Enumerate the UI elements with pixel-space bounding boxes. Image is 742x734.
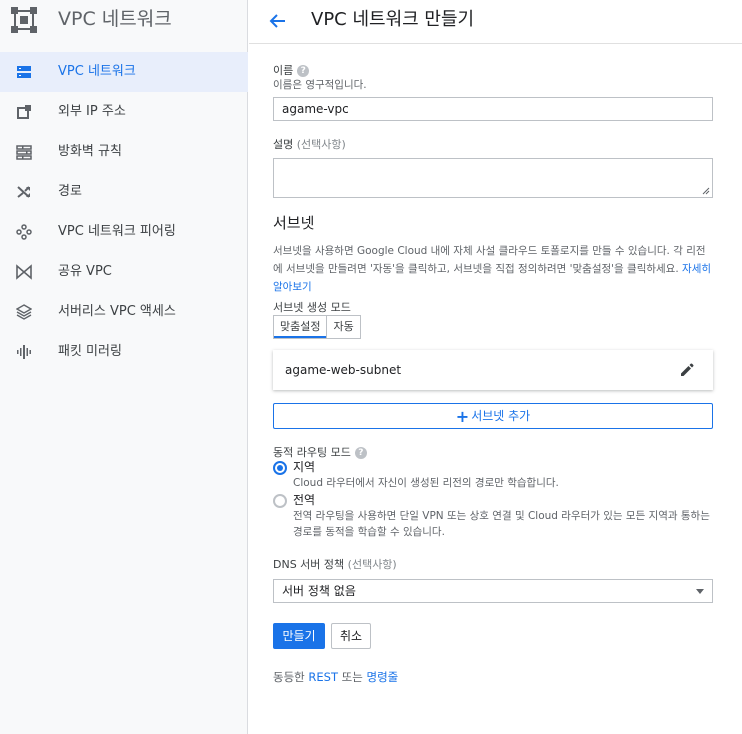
dns-label: DNS 서버 정책: [273, 558, 345, 571]
subnet-section-title: 서브넷: [273, 214, 315, 232]
sidebar-item-label: VPC 네트워크: [58, 64, 136, 79]
subnet-name: agame-web-subnet: [285, 363, 402, 377]
dropdown-caret-icon: [696, 589, 704, 594]
external-ip-icon: [17, 105, 31, 119]
footer-or: 또는: [341, 670, 363, 684]
subnet-description: 서브넷을 사용하면 Google Cloud 내에 자체 사설 클라우드 토폴로…: [273, 242, 713, 296]
page-title: VPC 네트워크 만들기: [311, 9, 475, 30]
subnet-mode-label: 서브넷 생성 모드: [273, 301, 351, 314]
rest-link[interactable]: REST: [308, 670, 338, 684]
sidebar-item-routes[interactable]: 경로: [0, 172, 248, 212]
create-button[interactable]: 만들기: [273, 623, 325, 649]
name-input[interactable]: agame-vpc: [273, 97, 713, 121]
desc-label-row: 설명 (선택사항): [273, 138, 346, 152]
name-label-row: 이름?: [273, 64, 310, 78]
sidebar-item-label: 패킷 미러링: [58, 344, 122, 359]
sidebar-item-shared-vpc[interactable]: 공유 VPC: [0, 252, 248, 292]
desc-optional: (선택사항): [296, 138, 346, 151]
footer-prefix: 동등한: [273, 670, 305, 684]
page-header: VPC 네트워크 만들기: [249, 0, 742, 44]
help-icon[interactable]: ?: [297, 65, 310, 77]
vpc-logo-icon: [11, 7, 37, 33]
equivalent-footer: 동등한 REST 또는 명령줄: [273, 669, 398, 685]
sidebar-item-label: 방화벽 규칙: [58, 144, 122, 159]
sidebar-item-label: 경로: [58, 184, 82, 199]
shared-vpc-icon: [16, 264, 32, 280]
name-hint: 이름은 영구적입니다.: [273, 79, 367, 91]
firewall-icon: [16, 145, 32, 160]
back-arrow-icon[interactable]: [267, 10, 289, 32]
sidebar-item-label: 공유 VPC: [58, 264, 112, 279]
dns-label-row: DNS 서버 정책 (선택사항): [273, 558, 397, 572]
sidebar-item-serverless-vpc[interactable]: 서버리스 VPC 액세스: [0, 292, 248, 332]
sidebar-item-label: VPC 네트워크 피어링: [58, 224, 176, 239]
dns-policy-value: 서버 정책 없음: [282, 584, 356, 598]
sidebar: VPC 네트워크 VPC 네트워크 외부 IP 주소 방화벽 규칙 경로 VPC…: [0, 0, 248, 734]
sidebar-nav: VPC 네트워크 외부 IP 주소 방화벽 규칙 경로 VPC 네트워크 피어링…: [0, 52, 248, 372]
dns-optional: (선택사항): [347, 558, 397, 571]
vpc-network-icon: [17, 66, 31, 78]
add-subnet-label: 서브넷 추가: [471, 409, 531, 423]
sidebar-item-firewall[interactable]: 방화벽 규칙: [0, 132, 248, 172]
plus-icon: +: [455, 406, 470, 426]
subnet-mode-custom-button[interactable]: 맞춤설정: [274, 316, 327, 338]
sidebar-item-vpc-network[interactable]: VPC 네트워크: [0, 52, 248, 92]
packet-mirroring-icon: [17, 345, 31, 359]
serverless-icon: [16, 304, 32, 320]
sidebar-item-label: 외부 IP 주소: [58, 104, 126, 119]
sidebar-item-label: 서버리스 VPC 액세스: [58, 304, 176, 319]
edit-pencil-icon[interactable]: [679, 362, 695, 378]
sidebar-item-packet-mirroring[interactable]: 패킷 미러링: [0, 332, 248, 372]
routing-label-row: 동적 라우팅 모드?: [273, 446, 367, 460]
routing-global-title: 전역: [293, 493, 316, 507]
add-subnet-button[interactable]: + 서브넷 추가: [273, 403, 713, 429]
cancel-button[interactable]: 취소: [331, 623, 371, 649]
subnet-mode-auto-button[interactable]: 자동: [326, 316, 360, 338]
subnet-card[interactable]: agame-web-subnet: [273, 350, 713, 390]
sidebar-title: VPC 네트워크: [58, 8, 172, 30]
routing-global-radio[interactable]: [273, 494, 287, 508]
command-line-link[interactable]: 명령줄: [366, 670, 398, 684]
subnet-desc-text: 서브넷을 사용하면 Google Cloud 내에 자체 사설 클라우드 토폴로…: [273, 245, 706, 275]
main-content: VPC 네트워크 만들기 이름? 이름은 영구적입니다. agame-vpc 설…: [249, 0, 742, 734]
routing-regional-desc: Cloud 라우터에서 자신이 생성된 리전의 경로만 학습합니다.: [293, 477, 559, 489]
routing-regional-radio[interactable]: [273, 461, 287, 475]
resize-handle-icon[interactable]: [702, 187, 710, 195]
sidebar-item-peering[interactable]: VPC 네트워크 피어링: [0, 212, 248, 252]
sidebar-header: VPC 네트워크: [0, 0, 248, 40]
help-icon[interactable]: ?: [354, 447, 367, 459]
subnet-mode-toggle: 맞춤설정 자동: [273, 315, 361, 339]
routes-icon: [17, 186, 30, 198]
dns-policy-select[interactable]: 서버 정책 없음: [273, 579, 713, 603]
peering-icon: [16, 224, 32, 240]
sidebar-item-external-ip[interactable]: 외부 IP 주소: [0, 92, 248, 132]
routing-label: 동적 라우팅 모드: [273, 446, 351, 459]
routing-global-desc: 전역 라우팅을 사용하면 단일 VPN 또는 상호 연결 및 Cloud 라우터…: [293, 510, 710, 538]
name-label: 이름: [273, 64, 294, 77]
desc-label: 설명: [273, 138, 294, 151]
routing-regional-title: 지역: [293, 460, 316, 474]
description-textarea[interactable]: [273, 158, 713, 198]
